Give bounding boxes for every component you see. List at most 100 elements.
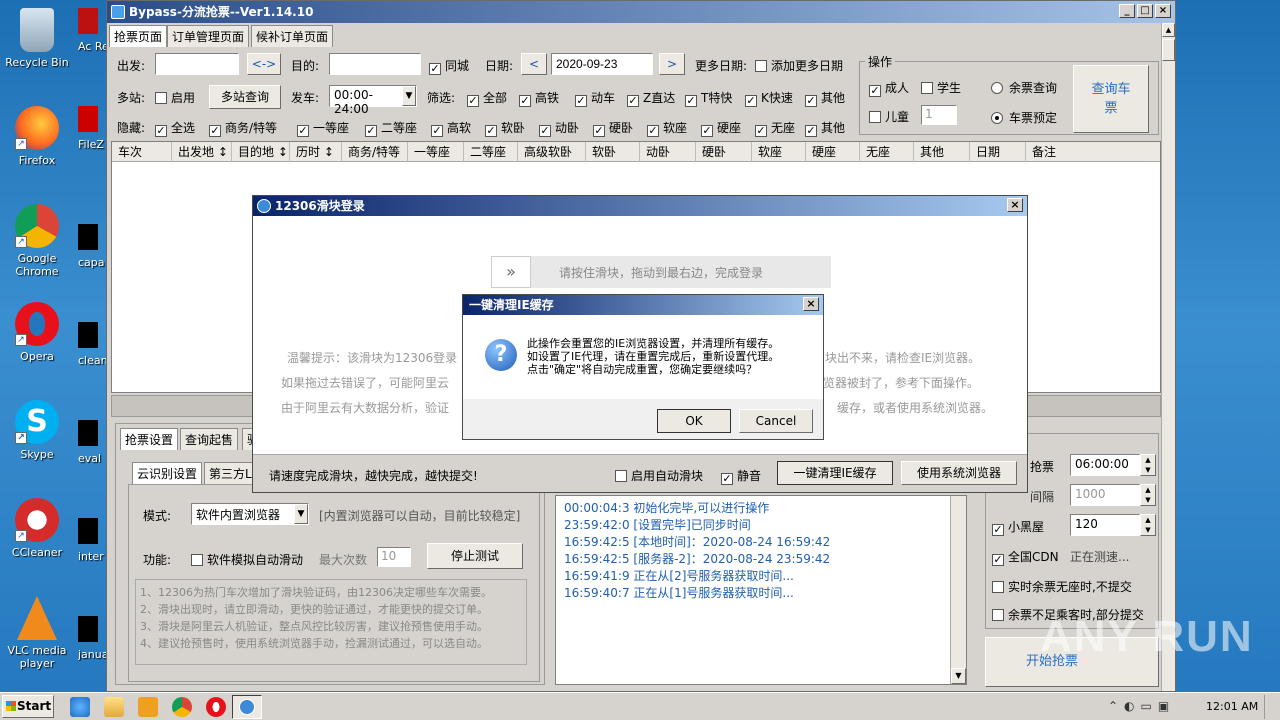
scroll-down-icon[interactable]: ▼ [951, 668, 966, 684]
interval-spinner[interactable]: ▲ ▼ [1140, 484, 1156, 506]
tab-query-sale[interactable]: 查询起售 [180, 428, 239, 450]
tab-ticket-page[interactable]: 抢票页面 [109, 25, 168, 47]
hide-checkbox[interactable]: ✓ 其他 [805, 119, 845, 137]
opera-shortcut[interactable]: ↗ Opera [0, 302, 74, 363]
chevron-down-icon[interactable]: ▼ [294, 504, 308, 524]
timer-spinner[interactable]: ▲ ▼ [1140, 454, 1156, 476]
desktop-peek-icon[interactable]: inter [78, 518, 106, 563]
tab-cloud-recognition[interactable]: 云识别设置 [132, 462, 203, 484]
dialog-titlebar[interactable]: 一键清理IE缓存 × [463, 295, 823, 315]
hide-checkbox[interactable]: ✓ 一等座 [297, 119, 349, 137]
hide-checkbox[interactable]: ✓ 软卧 [485, 119, 525, 137]
swap-stations-button[interactable]: <-> [247, 53, 281, 75]
column-header[interactable]: 动卧 [640, 142, 696, 162]
window-titlebar[interactable]: Bypass-分流抢票--Ver1.14.10 _ □ × [107, 1, 1175, 23]
multi-station-query-button[interactable]: 多站查询 [209, 85, 281, 109]
hide-checkbox[interactable]: ✓ 无座 [755, 119, 795, 137]
maximize-button[interactable]: □ [1137, 4, 1153, 18]
multi-station-enable-checkbox[interactable]: 启用 [155, 89, 195, 106]
hide-checkbox[interactable]: ✓ 软座 [647, 119, 687, 137]
filter-dongche-checkbox[interactable]: ✓ 动车 [575, 89, 615, 107]
firefox-shortcut[interactable]: ↗ Firefox [0, 106, 74, 167]
ie-taskbar-icon[interactable] [70, 697, 90, 717]
minimize-button[interactable]: _ [1119, 4, 1135, 18]
child-checkbox[interactable]: 儿童 [869, 108, 909, 125]
window-scrollbar[interactable]: ▲ [1161, 23, 1175, 691]
scroll-thumb[interactable] [1162, 39, 1175, 61]
use-system-browser-button[interactable]: 使用系统浏览器 [901, 461, 1017, 485]
tab-order-management[interactable]: 订单管理页面 [167, 25, 250, 47]
date-next-button[interactable]: > [659, 53, 685, 75]
chrome-taskbar-icon[interactable] [172, 697, 192, 717]
filter-all-checkbox[interactable]: ✓ 全部 [467, 89, 507, 107]
stop-test-button[interactable]: 停止测试 [427, 543, 523, 569]
blackroom-input[interactable]: 120 [1070, 514, 1140, 536]
filter-t-checkbox[interactable]: ✓ T特快 [685, 89, 732, 107]
column-header[interactable]: 日期 [970, 142, 1026, 162]
max-count-stepper[interactable]: 10 [377, 547, 411, 567]
column-header[interactable]: 硬座 [806, 142, 860, 162]
close-icon[interactable]: × [803, 297, 819, 311]
realtime-no-seat-checkbox[interactable]: 实时余票无座时,不提交 [992, 578, 1132, 595]
from-station-input[interactable] [155, 53, 239, 75]
column-header[interactable]: 二等座 [464, 142, 518, 162]
column-header[interactable]: 硬卧 [696, 142, 752, 162]
filter-z-checkbox[interactable]: ✓ Z直达 [627, 89, 675, 107]
show-desktop-button[interactable] [1264, 695, 1276, 719]
chrome-shortcut[interactable]: ↗ Google Chrome [0, 204, 74, 278]
ok-button[interactable]: OK [657, 409, 731, 433]
filter-k-checkbox[interactable]: ✓ K快速 [745, 89, 793, 107]
ccleaner-shortcut[interactable]: ↗ CCleaner [0, 498, 74, 559]
dialog-titlebar[interactable]: 12306滑块登录 × [253, 196, 1027, 216]
mute-checkbox[interactable]: ✓ 静音 [721, 467, 761, 485]
clock[interactable]: 12:01 AM [1206, 700, 1258, 713]
slider-track[interactable]: » 请按住滑块，拖动到最右边，完成登录 [491, 256, 831, 288]
student-checkbox[interactable]: 学生 [921, 79, 961, 96]
depart-time-select[interactable]: 00:00-24:00 ▼ [329, 85, 417, 116]
column-header[interactable]: 历时 ↕ [290, 142, 342, 162]
filter-gaotie-checkbox[interactable]: ✓ 高铁 [519, 89, 559, 107]
bypass-taskbar-button[interactable] [232, 695, 262, 719]
tab-ticket-settings[interactable]: 抢票设置 [120, 428, 179, 450]
recycle-bin-shortcut[interactable]: Recycle Bin [0, 8, 74, 69]
blackroom-spinner[interactable]: ▲ ▼ [1140, 514, 1156, 536]
add-more-dates-checkbox[interactable]: 添加更多日期 [755, 57, 843, 74]
mode-select[interactable]: 软件内置浏览器 ▼ [191, 503, 309, 525]
column-header[interactable]: 备注 [1026, 142, 1162, 162]
media-player-taskbar-icon[interactable] [138, 697, 158, 717]
close-icon[interactable]: × [1007, 198, 1023, 212]
filter-other-checkbox[interactable]: ✓ 其他 [805, 89, 845, 107]
start-button[interactable]: Start [2, 695, 54, 718]
column-header[interactable]: 出发地 ↕ [172, 142, 232, 162]
date-input[interactable] [551, 53, 653, 75]
national-cdn-checkbox[interactable]: ✓ 全国CDN [992, 548, 1059, 566]
close-button[interactable]: × [1155, 4, 1171, 18]
desktop-peek-icon[interactable]: janua [78, 616, 106, 661]
vlc-shortcut[interactable]: VLC media player [0, 596, 74, 670]
adult-checkbox[interactable]: ✓ 成人 [869, 79, 909, 97]
log-scrollbar[interactable]: ▼ [950, 496, 966, 684]
opera-taskbar-icon[interactable] [206, 697, 226, 717]
tab-waitlist-orders[interactable]: 候补订单页面 [251, 25, 334, 47]
tab-third-party[interactable]: 第三方L [204, 462, 257, 484]
ticket-booking-radio[interactable]: 车票预定 [991, 109, 1057, 126]
hide-checkbox[interactable]: ✓ 全选 [155, 119, 195, 137]
column-header[interactable]: 目的地 ↕ [232, 142, 290, 162]
to-station-input[interactable] [329, 53, 421, 75]
hide-checkbox[interactable]: ✓ 高软 [431, 119, 471, 137]
hide-checkbox[interactable]: ✓ 动卧 [539, 119, 579, 137]
column-header[interactable]: 软座 [752, 142, 806, 162]
same-city-checkbox[interactable]: ✓ 同城 [429, 57, 469, 75]
column-header[interactable]: 软卧 [586, 142, 640, 162]
query-tickets-button[interactable]: 查询车票 [1073, 65, 1149, 133]
hide-checkbox[interactable]: ✓ 硬卧 [593, 119, 633, 137]
cancel-button[interactable]: Cancel [739, 409, 813, 433]
auto-slider-checkbox[interactable]: 启用自动滑块 [615, 467, 703, 484]
hide-checkbox[interactable]: ✓ 硬座 [701, 119, 741, 137]
remain-query-radio[interactable]: 余票查询 [991, 79, 1057, 96]
slider-handle-icon[interactable]: » [491, 256, 531, 288]
clear-ie-cache-button[interactable]: 一键清理IE缓存 [777, 461, 893, 485]
blackroom-checkbox[interactable]: ✓ 小黑屋 [992, 518, 1044, 536]
desktop-peek-icon[interactable]: clean [78, 322, 106, 367]
skype-shortcut[interactable]: S ↗ Skype [0, 400, 74, 461]
